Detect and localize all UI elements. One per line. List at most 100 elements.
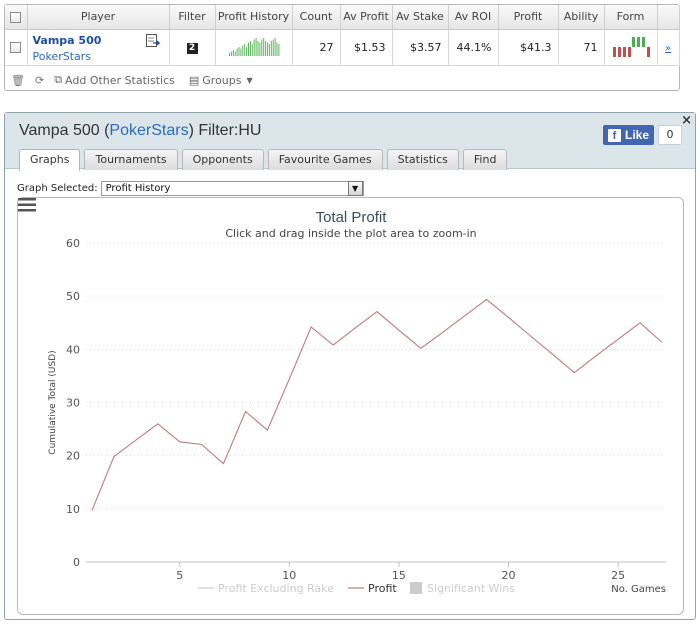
row-select-cell	[5, 29, 28, 66]
header-form[interactable]: Form	[604, 5, 658, 30]
expand-link[interactable]: »	[665, 43, 671, 54]
tab-favourite-games[interactable]: Favourite Games	[267, 149, 383, 170]
stats-header-row: Player Filter Profit History Count Av Pr…	[5, 5, 680, 30]
sparkline-bar	[236, 48, 238, 56]
header-player[interactable]: Player	[27, 5, 170, 30]
sparkline-bar	[276, 42, 277, 56]
graph-selected-label: Graph Selected:	[17, 183, 98, 194]
sparkline-bar	[241, 45, 243, 56]
ability-cell: 71	[558, 29, 605, 66]
profit-history-cell	[215, 29, 293, 66]
y-tick-label: 10	[66, 503, 80, 516]
trash-icon[interactable]: 🗑	[11, 74, 25, 87]
sparkline-bar	[272, 39, 274, 56]
title-site-link[interactable]: PokerStars	[109, 122, 188, 139]
graph-select[interactable]: Profit History ▼	[100, 181, 364, 196]
facebook-icon: f	[607, 128, 621, 142]
count-cell: 27	[292, 29, 341, 66]
refresh-icon[interactable]: ⟳	[35, 74, 44, 87]
header-av-stake[interactable]: Av Stake	[392, 5, 449, 30]
player-panel: Vampa 500 (PokerStars) Filter:HU f Like …	[4, 112, 696, 620]
filter-cell: 2	[169, 29, 216, 66]
chart-title: Total Profit	[316, 209, 388, 226]
sparkline-bar	[262, 38, 264, 56]
menu-icon[interactable]	[18, 198, 36, 212]
x-tick-label: 20	[502, 569, 516, 582]
tab-opponents[interactable]: Opponents	[181, 149, 264, 170]
chevron-down-icon[interactable]: ▼	[347, 181, 363, 196]
legend-item-significant-wins[interactable]: Significant Wins	[427, 582, 515, 595]
x-tick-label: 25	[611, 569, 625, 582]
x-axis-label: No. Games	[611, 584, 666, 595]
sparkline-bar	[247, 42, 249, 56]
stats-table-container: Player Filter Profit History Count Av Pr…	[4, 4, 680, 91]
facebook-like-widget: f Like 0	[603, 124, 682, 146]
player-name-link[interactable]: Vampa 500	[33, 34, 163, 47]
sparkline-bar	[251, 44, 253, 56]
add-other-statistics-button[interactable]: ⧉ Add Other Statistics	[54, 73, 175, 87]
header-av-roi[interactable]: Av ROI	[448, 5, 499, 30]
chart-svg[interactable]: Total ProfitClick and drag inside the pl…	[18, 198, 683, 614]
tab-find[interactable]: Find	[462, 149, 508, 170]
header-count[interactable]: Count	[292, 5, 341, 30]
legend-item-rake[interactable]: Profit Excluding Rake	[218, 582, 334, 595]
groups-label: Groups	[202, 73, 242, 87]
facebook-like-button[interactable]: f Like	[603, 125, 654, 145]
y-tick-label: 60	[66, 237, 80, 250]
form-cell	[604, 29, 658, 66]
sparkline-bar	[232, 50, 234, 56]
x-tick-label: 5	[176, 569, 183, 582]
av-stake-cell: $3.57	[392, 29, 449, 66]
header-profit[interactable]: Profit	[498, 5, 559, 30]
form-bars-icon	[612, 37, 650, 57]
sparkline-bar	[243, 44, 245, 56]
sparkline-bar	[274, 38, 276, 56]
y-tick-label: 40	[66, 343, 80, 356]
tab-graphs[interactable]: Graphs	[19, 149, 81, 171]
sparkline-bar	[270, 41, 272, 56]
y-axis-label: Cumulative Total (USD)	[48, 350, 58, 454]
graph-select-row: Graph Selected: Profit History ▼	[17, 181, 364, 196]
player-site-link[interactable]: PokerStars	[33, 50, 163, 63]
stats-table: Player Filter Profit History Count Av Pr…	[5, 5, 680, 66]
filter-badge[interactable]: 2	[186, 43, 198, 54]
header-profit-history[interactable]: Profit History	[215, 5, 293, 30]
legend-item-profit[interactable]: Profit	[368, 582, 397, 595]
title-player: Vampa 500 (	[19, 122, 110, 139]
groups-icon: ▤	[188, 73, 200, 87]
select-all-header	[5, 5, 28, 30]
sparkline-bar	[245, 47, 247, 56]
close-icon[interactable]: ×	[681, 113, 692, 128]
sparkline-bar	[266, 42, 268, 56]
groups-dropdown[interactable]: ▤ Groups ▼	[189, 74, 253, 87]
tab-statistics[interactable]: Statistics	[386, 149, 459, 170]
series-line-profit[interactable]	[91, 298, 663, 511]
sparkline-bar	[264, 41, 266, 56]
x-tick-label: 15	[392, 569, 406, 582]
sparkline-bar	[230, 51, 232, 56]
chart-subtitle: Click and drag inside the plot area to z…	[225, 227, 476, 240]
y-tick-label: 0	[73, 556, 80, 569]
av-profit-cell: $1.53	[340, 29, 393, 66]
sparkline-bar	[249, 41, 251, 56]
panel-tabs: Graphs Tournaments Opponents Favourite G…	[19, 149, 508, 171]
profit-cell: $41.3	[498, 29, 559, 66]
header-av-profit[interactable]: Av Profit	[340, 5, 393, 30]
sparkline-bar	[253, 39, 255, 56]
export-icon[interactable]	[145, 33, 161, 48]
panel-title: Vampa 500 (PokerStars) Filter:HU	[19, 122, 261, 140]
y-tick-label: 20	[66, 450, 80, 463]
sparkline-bar	[238, 47, 239, 56]
row-checkbox[interactable]	[10, 42, 22, 53]
sparkline-bar	[228, 53, 230, 56]
header-filter[interactable]: Filter	[169, 5, 216, 30]
header-ability[interactable]: Ability	[558, 5, 605, 30]
sparkline-bar	[277, 44, 279, 56]
player-cell: Vampa 500 PokerStars	[27, 29, 170, 66]
tab-tournaments[interactable]: Tournaments	[84, 149, 178, 170]
av-roi-cell: 44.1%	[448, 29, 499, 66]
stats-toolbar: 🗑 ⟳ ⧉ Add Other Statistics ▤ Groups ▼	[5, 69, 679, 91]
select-all-checkbox[interactable]	[10, 11, 22, 23]
graph-select-value: Profit History	[105, 183, 171, 194]
profit-chart[interactable]: Total Profit Click and drag inside the pl…	[17, 197, 684, 615]
